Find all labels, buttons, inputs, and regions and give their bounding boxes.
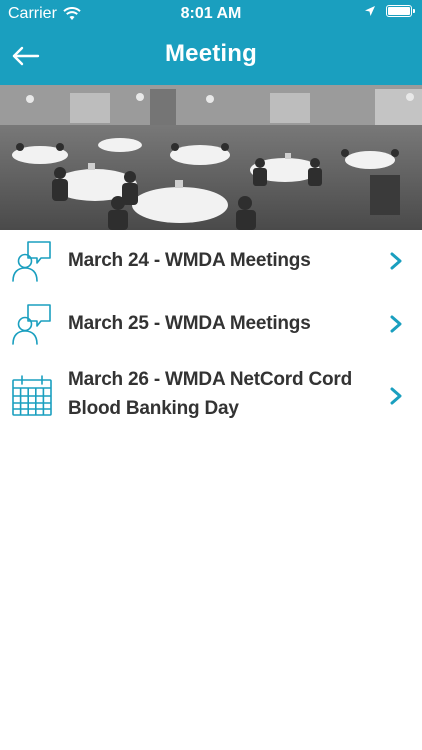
hero-image: [0, 85, 422, 230]
list-item-march-25[interactable]: March 25 - WMDA Meetings: [0, 292, 422, 356]
chevron-right-icon: [390, 315, 402, 333]
list-item-march-24[interactable]: March 24 - WMDA Meetings: [0, 230, 422, 292]
list-item-label: March 26 - WMDA NetCord Cord Blood Banki…: [68, 369, 352, 419]
page-title: Meeting: [164, 40, 258, 67]
status-right: [364, 5, 415, 17]
chat-people-icon: [12, 304, 51, 345]
status-bar: Carrier 8:01 AM: [0, 0, 422, 28]
navigation-bar: Meeting: [0, 28, 422, 85]
location-arrow-icon: [365, 6, 375, 16]
meeting-room-photo: [0, 85, 422, 230]
list-item-march-26[interactable]: March 26 - WMDA NetCord Cord Blood Banki…: [0, 356, 422, 436]
app-header: Carrier 8:01 AM Meeting: [0, 0, 422, 85]
calendar-icon: [12, 375, 52, 416]
list-item-label: March 25 - WMDA Meetings: [68, 313, 311, 334]
status-time: 8:01 AM: [180, 5, 242, 22]
list-item-label: March 24 - WMDA Meetings: [68, 250, 311, 271]
chevron-right-icon: [390, 387, 402, 405]
chat-people-icon: [12, 241, 51, 282]
battery-icon: [386, 5, 415, 17]
chevron-right-icon: [390, 252, 402, 270]
meeting-list: March 24 - WMDA Meetings March 25 - WMDA…: [0, 230, 422, 436]
